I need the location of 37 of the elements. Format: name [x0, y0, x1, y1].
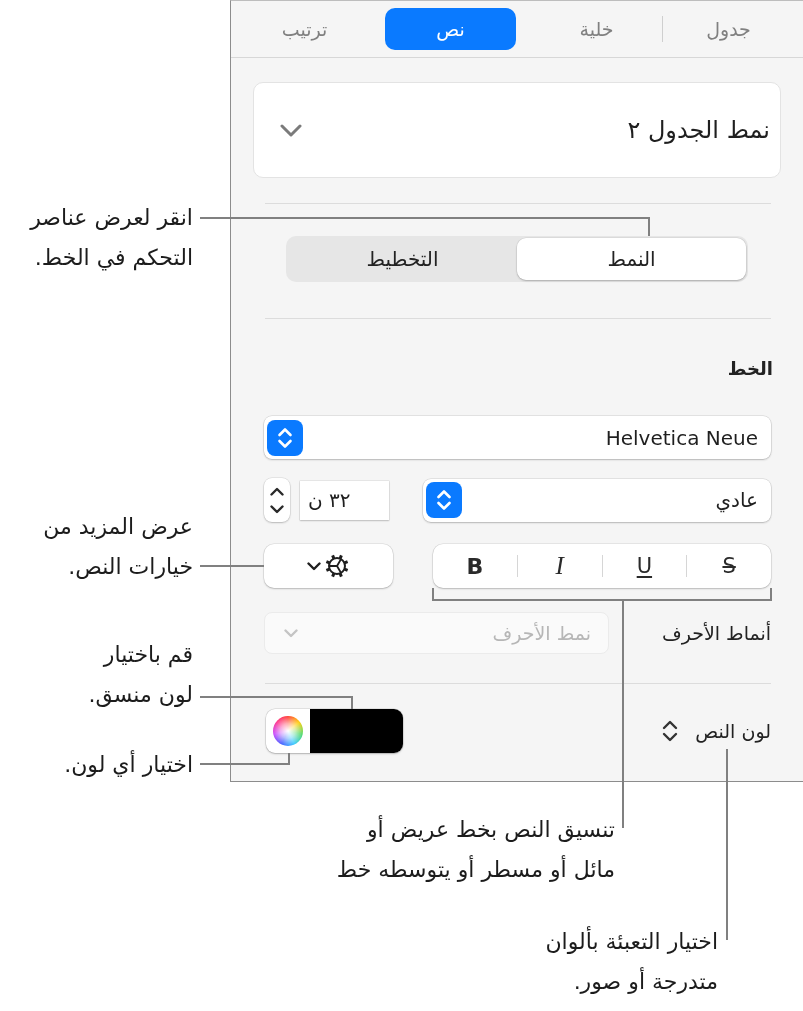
- color-swatch-icon[interactable]: [310, 709, 403, 753]
- tab[interactable]: نص: [385, 8, 516, 50]
- callout-text: اختيار أي لون.: [64, 749, 193, 779]
- popup-arrows-icon: [267, 419, 303, 456]
- text-options-button[interactable]: [264, 544, 393, 588]
- text-color-menu[interactable]: لون النص: [662, 719, 771, 743]
- tab[interactable]: جدول: [663, 8, 794, 50]
- callout-text: عرض المزيد من خيارات النص.: [43, 513, 193, 581]
- tab[interactable]: خلية: [531, 8, 662, 50]
- bold-button[interactable]: B: [433, 544, 517, 588]
- color-wheel-icon[interactable]: [273, 716, 303, 746]
- italic-button[interactable]: I: [517, 544, 602, 588]
- chevron-down-icon: [270, 504, 284, 514]
- chevron-up-icon: [270, 486, 284, 496]
- callout-text: قم باختيار لون منسق.: [88, 641, 193, 709]
- table-style-dropdown[interactable]: نمط الجدول ٢: [253, 82, 781, 178]
- underline-button[interactable]: U: [602, 544, 687, 588]
- strikethrough-button[interactable]: S: [687, 544, 771, 588]
- up-down-chevron-icon: [662, 719, 679, 743]
- field-label: أنماط الأحرف: [662, 622, 771, 644]
- section-heading: الخط: [727, 357, 773, 381]
- chevron-down-icon: [307, 561, 321, 571]
- gear-icon: [324, 553, 350, 579]
- chevron-down-icon: [284, 628, 298, 638]
- size-stepper[interactable]: [264, 478, 290, 522]
- segment[interactable]: النمط: [517, 238, 746, 280]
- chevron-down-icon: [280, 123, 302, 137]
- segment[interactable]: التخطيط: [288, 238, 517, 280]
- popup-arrows-icon: [426, 482, 462, 518]
- typeface-dropdown[interactable]: عادي: [423, 478, 771, 522]
- callout-text: انقر لعرض عناصر التحكم في الخط.: [30, 204, 193, 273]
- font-family-dropdown[interactable]: Helvetica Neue: [264, 416, 771, 459]
- font-size-field[interactable]: ٣٢ ن: [300, 480, 389, 520]
- callout-text: تنسيق النص بخط عريض أو مائل أو مسطر أو يتوسطه خط: [336, 814, 615, 884]
- callout-text: اختيار التعبئة بألوان متدرجة أو صور.: [545, 922, 718, 1002]
- leader-line: [199, 565, 265, 567]
- tab[interactable]: ترتيب: [239, 8, 370, 50]
